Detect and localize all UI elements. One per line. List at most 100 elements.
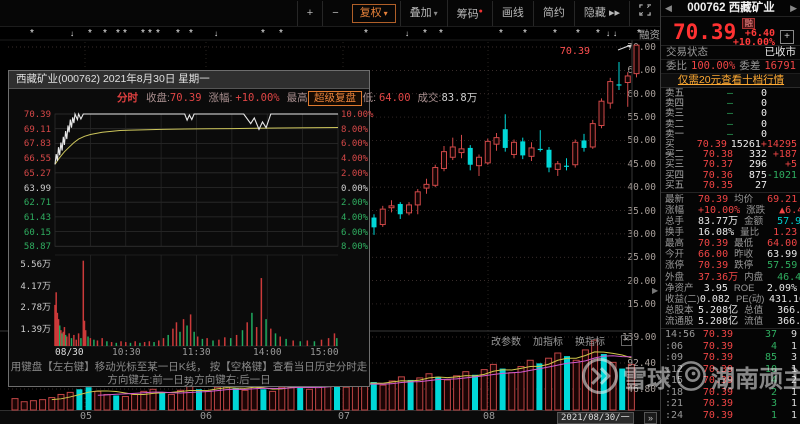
- price-block: 70.39 融 +6.40 +10.00% +: [661, 17, 800, 48]
- event-star-icon: *: [576, 28, 580, 39]
- switch-indicator-link[interactable]: 换指标: [575, 333, 605, 348]
- stat-row: 净资产 3.95 ROE 2.09%: [665, 282, 797, 294]
- stat-row: 流通股5.208亿流值366.6亿: [665, 315, 800, 327]
- intraday-tab: 分时: [117, 92, 138, 104]
- stat-row: 涨停 70.39 跌停 57.59: [665, 260, 798, 272]
- tick-row: :18 70.39 2 1: [665, 386, 797, 398]
- popup-stat-key: 涨幅:: [208, 92, 236, 104]
- trade-status-row: 交易状态 已收市: [661, 46, 800, 60]
- event-star-icon: *: [499, 28, 503, 39]
- stock-name-header: ◀ 000762 西藏矿业 ▶: [661, 0, 800, 17]
- popup-volume-label: 2.78万: [20, 303, 51, 313]
- event-star-icon: *: [637, 28, 641, 39]
- popup-price-label: 70.39: [23, 110, 51, 120]
- popup-percent-label: 6.00%: [341, 227, 369, 238]
- keyboard-hint-2: 方向键左:前一日 方向键右:后一日: [107, 374, 271, 386]
- popup-volume-value: 83.8万: [441, 92, 478, 104]
- intraday-replay-popup: 西藏矿业(000762) 2021年8月30日 星期一 分时 收盘:70.39 涨幅…: [8, 70, 477, 388]
- popup-price-label: 61.43: [23, 212, 51, 223]
- event-arrow-icon: ↓: [405, 29, 409, 38]
- bid-row: 买三 70.37 296 +5: [665, 159, 797, 171]
- tick-row: 14:56 70.39 37 9: [665, 329, 797, 340]
- event-star-icon: *: [364, 28, 368, 39]
- event-star-icon: *: [103, 28, 107, 39]
- event-star-icon: *: [523, 28, 527, 39]
- event-star-icon: *: [596, 28, 600, 39]
- event-star-icon: *: [148, 28, 152, 39]
- stat-row: 今开 66.00 昨收 63.99: [665, 249, 798, 261]
- volume-axis-label: 92.40: [627, 358, 656, 369]
- stat-row: 收益(二)0.082PE(动)431.16: [665, 293, 800, 305]
- prev-stock-arrow[interactable]: ◀: [665, 0, 672, 16]
- stat-row: 总手83.77万金额57.97亿: [665, 216, 800, 228]
- tick-row: :15 70.39 4 2: [665, 375, 797, 386]
- order-book: 卖五 —0 卖四 —0 卖三 —0 卖二 —0 卖一 —0 买一 70.39 15261 +14295 买二…: [661, 88, 800, 193]
- event-star-icon: *: [439, 28, 443, 39]
- popup-volume-label: 1.39万: [20, 324, 51, 335]
- bid-row: 买五 70.35 27: [665, 179, 767, 191]
- next-stock-arrow[interactable]: ▶: [790, 0, 797, 16]
- change-params-link[interactable]: 改参数: [491, 333, 521, 348]
- popup-time-label: 15:00: [310, 347, 339, 358]
- stat-row: 最新 70.39 均价 69.21: [665, 193, 798, 205]
- popup-volume-label: 5.56万: [20, 260, 51, 270]
- stat-row: 最高 70.39 最低 64.00: [665, 238, 798, 250]
- popup-price-label: 62.71: [23, 198, 51, 209]
- stat-row: 换手 16.08% 量比 1.23: [665, 227, 798, 239]
- price-change-percent: +10.00%: [732, 37, 775, 48]
- quote-panel: ◀ 000762 西藏矿业 ▶ 70.39 融 +6.40 +10.00% + …: [660, 0, 800, 424]
- popup-percent-label: 8.00%: [341, 242, 369, 253]
- svg-text:70.39: 70.39: [560, 46, 590, 57]
- add-indicator-link[interactable]: 加指标: [533, 333, 563, 348]
- level2-promo-link[interactable]: 仅需20元查看十档行情: [678, 74, 784, 86]
- level2-promo-row: 仅需20元查看十档行情: [661, 74, 800, 88]
- popup-stat-value: +10.00%: [235, 92, 280, 104]
- stat-row: 总股本5.208亿总值366.6亿: [665, 304, 800, 316]
- popup-percent-label: 2.00%: [341, 198, 369, 209]
- event-star-icon: *: [553, 28, 557, 39]
- popup-percent-label: 0.00%: [341, 183, 369, 194]
- stock-code-name: 000762 西藏矿业: [687, 2, 775, 14]
- stat-row: 涨幅+10.00%涨跌▲6.40: [665, 204, 800, 216]
- panel-collapse-arrow[interactable]: ▶: [652, 286, 658, 295]
- popup-volume-label: 4.17万: [20, 281, 51, 292]
- popup-price-label: 69.11: [23, 124, 51, 135]
- popup-stat-value: 70.39: [169, 92, 202, 104]
- tick-row: :06 70.39 4 1: [665, 340, 797, 352]
- event-star-icon: *: [279, 28, 283, 39]
- tick-row: :09 70.39 85 3: [665, 352, 797, 363]
- trading-app-window: 70.39 +−复权▾叠加▾筹码●画线简约隐藏 ▸▸ 融资融券 设置均线 ▾ *…: [0, 0, 800, 424]
- event-arrow-icon: ↓: [214, 29, 218, 38]
- popup-volume-key: 成交:: [417, 92, 442, 104]
- event-star-icon: *: [189, 28, 193, 39]
- popup-price-label: 60.15: [23, 227, 51, 238]
- add-to-watchlist-button[interactable]: +: [780, 30, 794, 44]
- super-replay-button[interactable]: 超级复盘: [308, 91, 362, 106]
- tick-list: 14:56 70.39 37 9:06 70.39 4 1:09 70.39 85 3:12 70.…: [661, 329, 800, 421]
- popup-percent-label: 4.00%: [341, 212, 369, 223]
- event-star-icon: *: [88, 28, 92, 39]
- popup-percent-label: 2.00%: [341, 168, 369, 179]
- event-arrow-icon: ↓: [613, 29, 617, 38]
- intraday-chart[interactable]: [9, 105, 367, 349]
- popup-price-label: 65.27: [23, 168, 51, 179]
- event-star-icon: *: [156, 28, 160, 39]
- popup-percent-label: 6.00%: [341, 139, 369, 150]
- event-star-icon: *: [423, 28, 427, 39]
- popup-price-label: 58.87: [23, 242, 51, 253]
- popup-time-label: 10:30: [112, 347, 141, 358]
- popup-percent-label: 4.00%: [341, 154, 369, 165]
- popup-price-label: 67.83: [23, 139, 51, 150]
- close-icon[interactable]: ×: [621, 335, 632, 346]
- popup-stat-key: 收盘:: [146, 92, 170, 104]
- event-arrow-icon: ↓: [70, 29, 74, 38]
- weibi-row: 委比 100.00% 委差 16791: [661, 60, 800, 74]
- popup-time-label: 14:00: [253, 347, 282, 358]
- event-star-icon: *: [261, 28, 265, 39]
- stat-row: 外盘37.36万内盘46.40万: [665, 271, 800, 283]
- tick-row: :21 70.39 3 1: [665, 398, 797, 409]
- popup-time-label: 08/30: [55, 347, 84, 358]
- popup-time-label: 11:30: [182, 347, 211, 358]
- popup-price-label: 66.55: [23, 154, 51, 165]
- last-price: 70.39: [673, 20, 737, 44]
